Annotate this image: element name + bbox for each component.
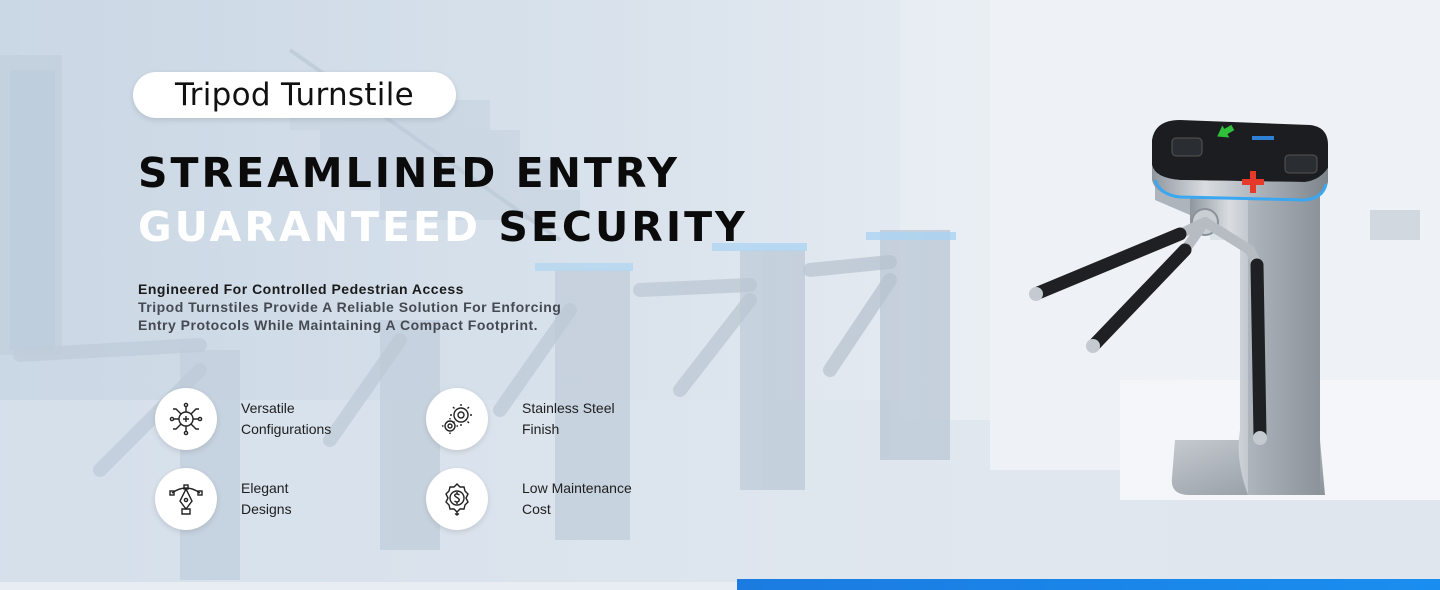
circuit-icon <box>169 402 203 436</box>
feature-icon-badge <box>426 468 488 530</box>
feature-elegant-designs: Elegant Designs <box>155 468 381 530</box>
turnstile-product-image <box>1029 120 1328 495</box>
feature-label-line-1: Elegant <box>241 480 289 496</box>
description: Engineered For Controlled Pedestrian Acc… <box>138 280 578 334</box>
feature-icon-badge <box>426 388 488 450</box>
feature-label-line-2: Cost <box>522 501 551 517</box>
feature-icon-badge <box>155 468 217 530</box>
feature-label-line-2: Configurations <box>241 421 332 437</box>
pen-tool-icon <box>169 484 203 515</box>
bottom-strip <box>0 582 737 590</box>
headline-line-1: STREAMLINED ENTRY <box>138 149 680 197</box>
feature-label-line-1: Low Maintenance <box>522 480 632 496</box>
headline-rest: SECURITY <box>498 203 748 251</box>
description-body: Tripod Turnstiles Provide A Reliable Sol… <box>138 299 562 333</box>
feature-versatile-configurations: Versatile Configurations <box>155 388 381 450</box>
headline-highlight: GUARANTEED <box>138 203 482 251</box>
dollar-gear-icon <box>445 483 469 516</box>
feature-label: Stainless Steel Finish <box>522 398 662 440</box>
headline: STREAMLINED ENTRY GUARANTEED SECURITY <box>138 146 748 254</box>
feature-label: Elegant Designs <box>241 478 381 520</box>
product-title: Tripod Turnstile <box>174 77 415 113</box>
feature-stainless-steel-finish: Stainless Steel Finish <box>426 388 662 450</box>
hero-banner: Tripod Turnstile STREAMLINED ENTRY GUARA… <box>0 0 1440 590</box>
feature-icon-badge <box>155 388 217 450</box>
feature-label: Low Maintenance Cost <box>522 478 662 520</box>
feature-label-line-1: Versatile <box>241 400 295 416</box>
headline-line-2: GUARANTEED SECURITY <box>138 200 748 254</box>
accent-bar <box>737 579 1440 590</box>
feature-low-maintenance-cost: Low Maintenance Cost <box>426 468 662 530</box>
feature-label: Versatile Configurations <box>241 398 381 440</box>
product-title-pill: Tripod Turnstile <box>133 72 456 118</box>
feature-label-line-2: Finish <box>522 421 560 437</box>
description-lead: Engineered For Controlled Pedestrian Acc… <box>138 281 464 297</box>
gears-icon <box>442 404 472 434</box>
feature-label-line-2: Designs <box>241 501 292 517</box>
feature-label-line-1: Stainless Steel <box>522 400 615 416</box>
